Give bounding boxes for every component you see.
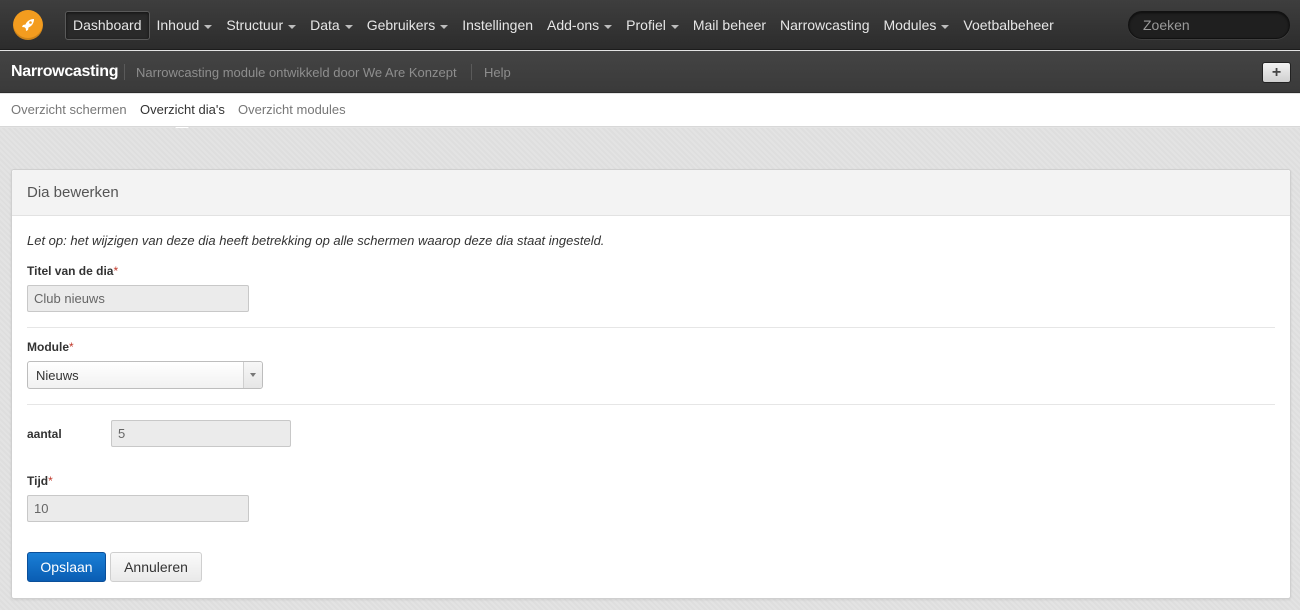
- tijd-input[interactable]: [27, 495, 249, 522]
- required-mark: *: [48, 474, 53, 488]
- nav-label: Add-ons: [547, 17, 600, 33]
- add-button[interactable]: +: [1262, 62, 1291, 83]
- module-description: Narrowcasting module ontwikkeld door We …: [136, 65, 457, 80]
- nav-label: Instellingen: [462, 17, 534, 33]
- nav-item-structuur[interactable]: Structuur: [219, 11, 303, 40]
- aantal-label: aantal: [27, 427, 62, 441]
- nav-item-add-ons[interactable]: Add-ons: [540, 11, 619, 40]
- nav-label: Modules: [883, 17, 937, 33]
- caret-down-icon: [670, 24, 679, 29]
- divider: [27, 404, 1275, 405]
- nav-item-modules[interactable]: Modules: [877, 11, 957, 40]
- top-navbar: Dashboard Inhoud Structuur Data Gebruike…: [0, 0, 1300, 50]
- module-header: Narrowcasting Narrowcasting module ontwi…: [0, 51, 1300, 93]
- caret-down-icon: [344, 24, 353, 29]
- nav-label: Inhoud: [156, 17, 200, 33]
- nav-item-dashboard[interactable]: Dashboard: [65, 11, 150, 40]
- nav-item-mail-beheer[interactable]: Mail beheer: [686, 11, 773, 40]
- aantal-input[interactable]: [111, 420, 291, 447]
- caret-down-icon: [604, 24, 613, 29]
- plus-icon: +: [1271, 63, 1282, 81]
- nav-label: Mail beheer: [692, 17, 767, 33]
- panel-header: Dia bewerken: [12, 170, 1290, 216]
- help-link[interactable]: Help: [484, 65, 511, 80]
- caret-down-icon: [288, 24, 297, 29]
- tijd-label: Tijd*: [27, 474, 53, 488]
- panel-title: Dia bewerken: [27, 184, 119, 201]
- separator: [124, 64, 125, 80]
- module-label: Module*: [27, 340, 74, 354]
- label-text: Module: [27, 340, 69, 354]
- caret-down-icon: [941, 24, 950, 29]
- rocket-icon-glyph: [22, 19, 34, 31]
- sub-nav: Overzicht schermen Overzicht dia's Overz…: [0, 94, 1300, 135]
- subnav-item-overzicht-schermen[interactable]: Overzicht schermen: [11, 102, 127, 117]
- required-mark: *: [113, 264, 119, 278]
- cancel-button[interactable]: Annuleren: [110, 552, 202, 582]
- titel-label: Titel van de dia*: [27, 264, 118, 278]
- nav-item-instellingen[interactable]: Instellingen: [455, 11, 540, 40]
- notice-text: Let op: het wijzigen van deze dia heeft …: [27, 233, 605, 248]
- main-nav: Dashboard Inhoud Structuur Data Gebruike…: [65, 11, 1061, 40]
- label-text: Titel van de dia: [27, 264, 114, 278]
- separator: [471, 64, 472, 80]
- nav-label: Profiel: [626, 17, 666, 33]
- chevron-down-icon: [250, 373, 256, 377]
- label-text: Tijd: [27, 474, 49, 488]
- subnav-item-overzicht-modules[interactable]: Overzicht modules: [238, 102, 346, 117]
- select-value: Nieuws: [36, 368, 79, 383]
- nav-label: Voetbalbeheer: [963, 17, 1054, 33]
- caret-down-icon: [440, 24, 449, 29]
- dropdown-toggle[interactable]: [243, 362, 262, 388]
- nav-item-gebruikers[interactable]: Gebruikers: [360, 11, 455, 40]
- caret-down-icon: [204, 24, 213, 29]
- nav-label: Structuur: [226, 17, 284, 33]
- module-select[interactable]: Nieuws: [27, 361, 263, 389]
- rocket-icon[interactable]: [13, 10, 43, 40]
- subnav-item-overzicht-dias[interactable]: Overzicht dia's: [140, 102, 225, 117]
- search-input[interactable]: [1128, 11, 1290, 39]
- titel-input[interactable]: [27, 285, 249, 312]
- nav-label: Narrowcasting: [780, 17, 870, 33]
- nav-item-narrowcasting[interactable]: Narrowcasting: [773, 11, 876, 40]
- nav-label: Gebruikers: [366, 17, 436, 33]
- divider: [27, 327, 1275, 328]
- nav-item-profiel[interactable]: Profiel: [619, 11, 686, 40]
- nav-item-voetbalbeheer[interactable]: Voetbalbeheer: [956, 11, 1060, 40]
- nav-label: Dashboard: [73, 17, 142, 33]
- nav-label: Data: [310, 17, 340, 33]
- edit-slide-panel: Dia bewerken Let op: het wijzigen van de…: [11, 169, 1291, 599]
- save-button[interactable]: Opslaan: [27, 552, 106, 582]
- module-title: Narrowcasting: [11, 63, 119, 80]
- required-mark: *: [69, 340, 74, 354]
- nav-item-data[interactable]: Data: [303, 11, 360, 40]
- nav-item-inhoud[interactable]: Inhoud: [150, 11, 220, 40]
